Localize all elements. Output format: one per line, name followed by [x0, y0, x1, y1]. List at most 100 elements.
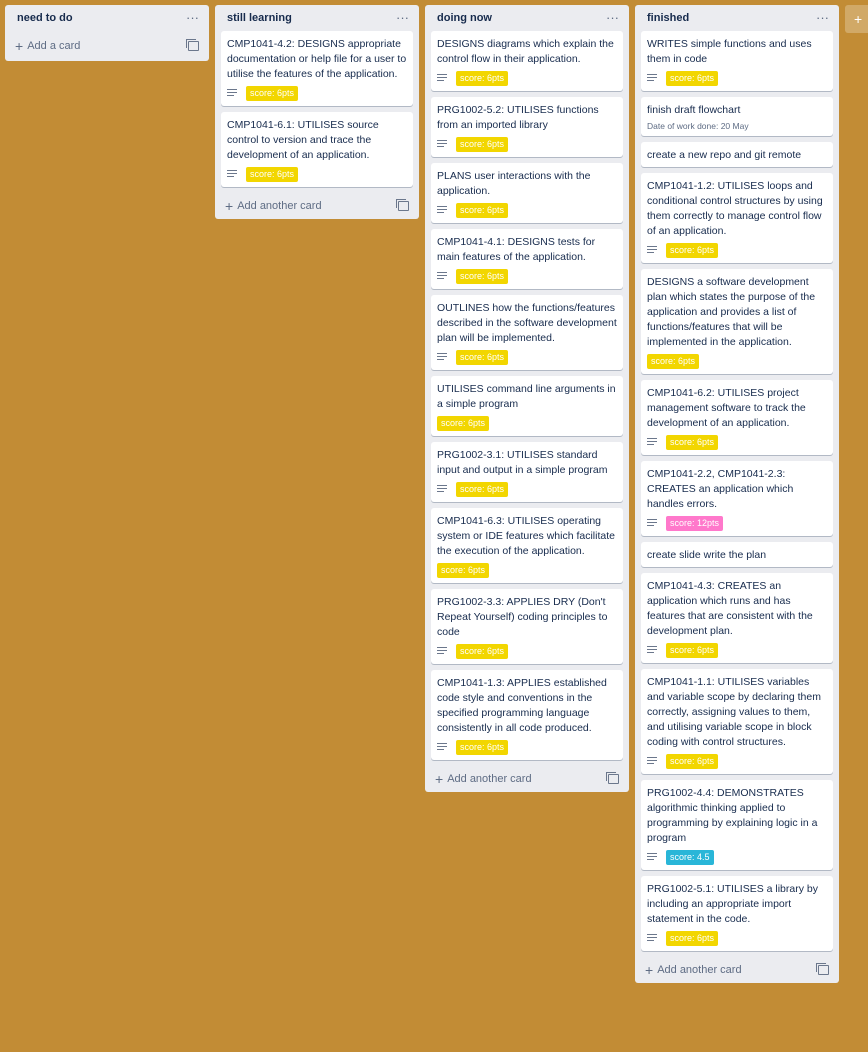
description-icon [647, 74, 657, 82]
card-template-icon[interactable] [606, 772, 619, 784]
card-title: PRG1002-3.1: UTILISES standard input and… [437, 449, 608, 476]
card[interactable]: CMP1041-6.3: UTILISES operating system o… [431, 508, 623, 583]
score-label[interactable]: score: 6pts [437, 562, 490, 578]
list-title[interactable]: finished [647, 12, 689, 24]
card[interactable]: WRITES simple functions and uses them in… [641, 31, 833, 91]
description-icon [437, 353, 447, 361]
card[interactable]: PRG1002-5.2: UTILISES functions from an … [431, 97, 623, 157]
card-title: DESIGNS a software development plan whic… [647, 276, 816, 348]
plus-icon: + [645, 962, 654, 978]
card[interactable]: CMP1041-4.2: DESIGNS appropriate documen… [221, 31, 413, 106]
card-template-icon[interactable] [396, 199, 409, 211]
card[interactable]: OUTLINES how the functions/features desc… [431, 295, 623, 370]
score-label[interactable]: score: 6pts [456, 481, 509, 497]
card[interactable]: DESIGNS diagrams which explain the contr… [431, 31, 623, 91]
description-icon [647, 757, 657, 765]
list-title[interactable]: doing now [437, 12, 492, 24]
list-header: finished ··· [641, 5, 833, 31]
plus-icon: + [15, 38, 24, 54]
list-menu-icon[interactable]: ··· [816, 11, 829, 24]
description-icon [227, 170, 237, 178]
card[interactable]: CMP1041-1.1: UTILISES variables and vari… [641, 669, 833, 774]
score-label[interactable]: score: 6pts [456, 202, 509, 218]
score-label[interactable]: score: 6pts [246, 85, 299, 101]
score-label[interactable]: score: 6pts [456, 136, 509, 152]
add-list-button[interactable]: + [845, 5, 868, 33]
list-menu-icon[interactable]: ··· [606, 11, 619, 24]
score-label[interactable]: score: 6pts [246, 166, 299, 182]
score-label[interactable]: score: 6pts [456, 739, 509, 755]
score-label[interactable]: score: 6pts [437, 415, 490, 431]
card-title: CMP1041-6.1: UTILISES source control to … [227, 119, 379, 161]
card[interactable]: CMP1041-1.2: UTILISES loops and conditio… [641, 173, 833, 263]
description-icon [647, 519, 657, 527]
card[interactable]: finish draft flowchart Date of work done:… [641, 97, 833, 136]
card-badges: score: 6pts [437, 267, 617, 285]
list-still-learning: still learning ··· CMP1041-4.2: DESIGNS ap… [215, 5, 419, 219]
card-badges: score: 6pts [437, 414, 617, 432]
score-label[interactable]: score: 6pts [666, 642, 719, 658]
card-badges: score: 6pts [437, 69, 617, 87]
description-icon [227, 89, 237, 97]
list-menu-icon[interactable]: ··· [186, 11, 199, 24]
score-label[interactable]: score: 6pts [666, 930, 719, 946]
card[interactable]: CMP1041-1.3: APPLIES established code st… [431, 670, 623, 760]
list-need-to-do: need to do ··· + Add a card [5, 5, 209, 61]
card[interactable]: CMP1041-4.1: DESIGNS tests for main feat… [431, 229, 623, 289]
card-template-icon[interactable] [186, 39, 199, 51]
add-card-label: Add another card [657, 964, 742, 976]
score-label[interactable]: score: 6pts [647, 353, 700, 369]
add-card-control[interactable]: + Add another card [225, 198, 322, 214]
score-label[interactable]: score: 12pts [666, 515, 724, 531]
plus-icon: + [435, 771, 444, 787]
card[interactable]: CMP1041-6.1: UTILISES source control to … [221, 112, 413, 187]
score-label[interactable]: score: 4.5 [666, 849, 714, 865]
card[interactable]: PRG1002-5.1: UTILISES a library by inclu… [641, 876, 833, 951]
card[interactable]: CMP1041-6.2: UTILISES project management… [641, 380, 833, 455]
description-icon [647, 438, 657, 446]
list-menu-icon[interactable]: ··· [396, 11, 409, 24]
card-title: PLANS user interactions with the applica… [437, 170, 591, 197]
score-label[interactable]: score: 6pts [666, 753, 719, 769]
card[interactable]: DESIGNS a software development plan whic… [641, 269, 833, 374]
card[interactable]: PRG1002-4.4: DEMONSTRATES algorithmic th… [641, 780, 833, 870]
add-card-button[interactable]: + Add a card [11, 31, 203, 61]
score-label[interactable]: score: 6pts [456, 349, 509, 365]
description-icon [647, 853, 657, 861]
score-label[interactable]: score: 6pts [456, 268, 509, 284]
description-icon [437, 140, 447, 148]
card-title: CMP1041-4.2: DESIGNS appropriate documen… [227, 38, 407, 80]
card[interactable]: CMP1041-2.2, CMP1041-2.3: CREATES an app… [641, 461, 833, 536]
score-label[interactable]: score: 6pts [666, 434, 719, 450]
card-badges: score: 6pts [437, 561, 617, 579]
list-title[interactable]: still learning [227, 12, 292, 24]
list-title[interactable]: need to do [17, 12, 73, 24]
card-template-icon[interactable] [816, 963, 829, 975]
score-label[interactable]: score: 6pts [666, 70, 719, 86]
plus-icon: + [225, 198, 234, 214]
card[interactable]: PRG1002-3.1: UTILISES standard input and… [431, 442, 623, 502]
card[interactable]: UTILISES command line arguments in a sim… [431, 376, 623, 436]
card-title: UTILISES command line arguments in a sim… [437, 383, 616, 410]
add-card-label: Add another card [447, 773, 532, 785]
card-title: CMP1041-1.1: UTILISES variables and vari… [647, 676, 821, 748]
add-card-button[interactable]: + Add another card [641, 957, 833, 983]
card-title: PRG1002-4.4: DEMONSTRATES algorithmic th… [647, 787, 818, 844]
card[interactable]: create slide write the plan [641, 542, 833, 567]
score-label[interactable]: score: 6pts [666, 242, 719, 258]
card[interactable]: CMP1041-4.3: CREATES an application whic… [641, 573, 833, 663]
card-title: CMP1041-4.3: CREATES an application whic… [647, 580, 813, 637]
score-label[interactable]: score: 6pts [456, 643, 509, 659]
add-card-control[interactable]: + Add another card [435, 771, 532, 787]
list-header: still learning ··· [221, 5, 413, 31]
add-card-control[interactable]: + Add another card [645, 962, 742, 978]
add-card-control[interactable]: + Add a card [15, 38, 80, 54]
card[interactable]: create a new repo and git remote [641, 142, 833, 167]
card[interactable]: PLANS user interactions with the applica… [431, 163, 623, 223]
score-label[interactable]: score: 6pts [456, 70, 509, 86]
card[interactable]: PRG1002-3.3: APPLIES DRY (Don't Repeat Y… [431, 589, 623, 664]
card-title: CMP1041-1.3: APPLIES established code st… [437, 677, 607, 734]
add-card-button[interactable]: + Add another card [221, 193, 413, 219]
add-card-button[interactable]: + Add another card [431, 766, 623, 792]
card-title: DESIGNS diagrams which explain the contr… [437, 38, 614, 65]
